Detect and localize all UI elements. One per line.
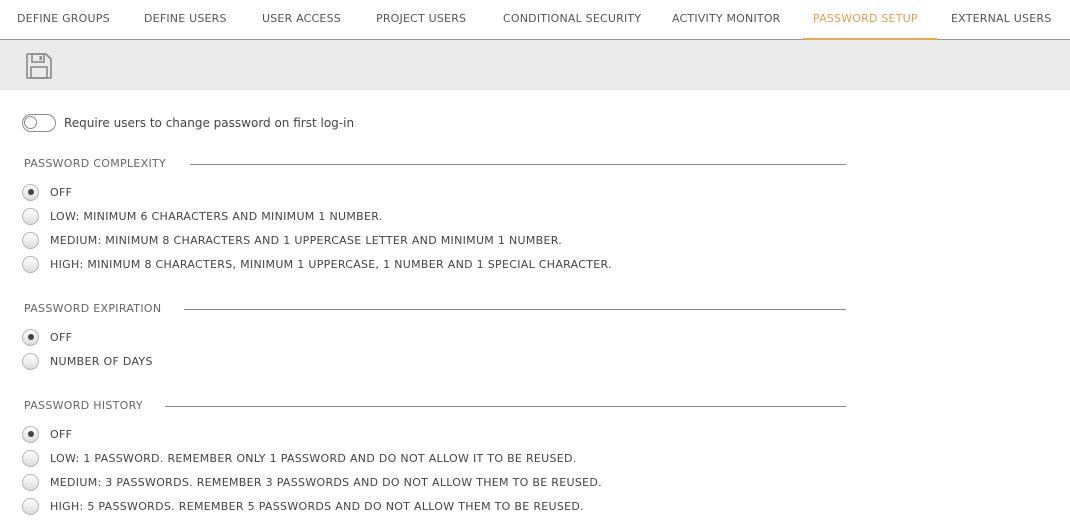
- radio-button[interactable]: [22, 328, 39, 346]
- complexity-title: PASSWORD COMPLEXITY: [24, 157, 167, 170]
- radio-label: HIGH: MINIMUM 8 CHARACTERS, MINIMUM 1 UP…: [50, 257, 612, 271]
- tab-project-users[interactable]: PROJECT USERS: [376, 0, 466, 40]
- save-icon: [26, 53, 52, 79]
- tab-user-access[interactable]: USER ACCESS: [262, 0, 341, 40]
- history-divider: [165, 406, 846, 407]
- toolbar: [0, 40, 1070, 90]
- tab-password-setup[interactable]: PASSWORD SETUP: [803, 0, 937, 41]
- require-change-row: Require users to change password on firs…: [22, 113, 354, 133]
- radio-button[interactable]: [22, 231, 39, 249]
- radio-button[interactable]: [22, 425, 39, 443]
- complexity-divider: [190, 164, 846, 165]
- require-change-label: Require users to change password on firs…: [64, 116, 355, 130]
- radio-label: LOW: MINIMUM 6 CHARACTERS AND MINIMUM 1 …: [50, 209, 383, 223]
- tab-define-groups[interactable]: DEFINE GROUPS: [17, 0, 110, 40]
- radio-label: OFF: [50, 185, 73, 199]
- require-change-toggle[interactable]: [22, 114, 56, 132]
- tab-conditional-security[interactable]: CONDITIONAL SECURITY: [503, 0, 641, 40]
- radio-button[interactable]: [22, 352, 39, 370]
- radio-label: OFF: [50, 427, 73, 441]
- radio-label: NUMBER OF DAYS: [50, 354, 153, 368]
- radio-button[interactable]: [22, 473, 39, 491]
- radio-button[interactable]: [22, 183, 39, 201]
- tab-define-users[interactable]: DEFINE USERS: [144, 0, 227, 40]
- radio-label: OFF: [50, 330, 73, 344]
- complexity-option-low[interactable]: LOW: MINIMUM 6 CHARACTERS AND MINIMUM 1 …: [22, 206, 383, 226]
- radio-button[interactable]: [22, 449, 39, 467]
- history-title: PASSWORD HISTORY: [24, 399, 143, 412]
- history-option-high[interactable]: HIGH: 5 PASSWORDS. REMEMBER 5 PASSWORDS …: [22, 496, 584, 516]
- complexity-option-off[interactable]: OFF: [22, 182, 72, 202]
- radio-label: MEDIUM: 3 PASSWORDS. REMEMBER 3 PASSWORD…: [50, 475, 602, 489]
- toggle-knob: [24, 116, 37, 129]
- history-option-low[interactable]: LOW: 1 PASSWORD. REMEMBER ONLY 1 PASSWOR…: [22, 448, 577, 468]
- radio-label: HIGH: 5 PASSWORDS. REMEMBER 5 PASSWORDS …: [50, 499, 584, 513]
- expiration-option-off[interactable]: OFF: [22, 327, 72, 347]
- history-option-off[interactable]: OFF: [22, 424, 72, 444]
- radio-label: LOW: 1 PASSWORD. REMEMBER ONLY 1 PASSWOR…: [50, 451, 577, 465]
- expiration-title: PASSWORD EXPIRATION: [24, 302, 162, 315]
- complexity-option-high[interactable]: HIGH: MINIMUM 8 CHARACTERS, MINIMUM 1 UP…: [22, 254, 612, 274]
- radio-button[interactable]: [22, 255, 39, 273]
- tab-bar: DEFINE GROUPS DEFINE USERS USER ACCESS P…: [0, 0, 1070, 41]
- tab-activity-monitor[interactable]: ACTIVITY MONITOR: [672, 0, 781, 40]
- expiration-option-days[interactable]: NUMBER OF DAYS: [22, 351, 153, 371]
- complexity-option-medium[interactable]: MEDIUM: MINIMUM 8 CHARACTERS AND 1 UPPER…: [22, 230, 562, 250]
- radio-button[interactable]: [22, 497, 39, 515]
- tab-external-users[interactable]: EXTERNAL USERS: [951, 0, 1051, 40]
- radio-label: MEDIUM: MINIMUM 8 CHARACTERS AND 1 UPPER…: [50, 233, 563, 247]
- expiration-divider: [184, 309, 846, 310]
- save-button[interactable]: [25, 52, 53, 80]
- history-option-medium[interactable]: MEDIUM: 3 PASSWORDS. REMEMBER 3 PASSWORD…: [22, 472, 602, 492]
- radio-button[interactable]: [22, 207, 39, 225]
